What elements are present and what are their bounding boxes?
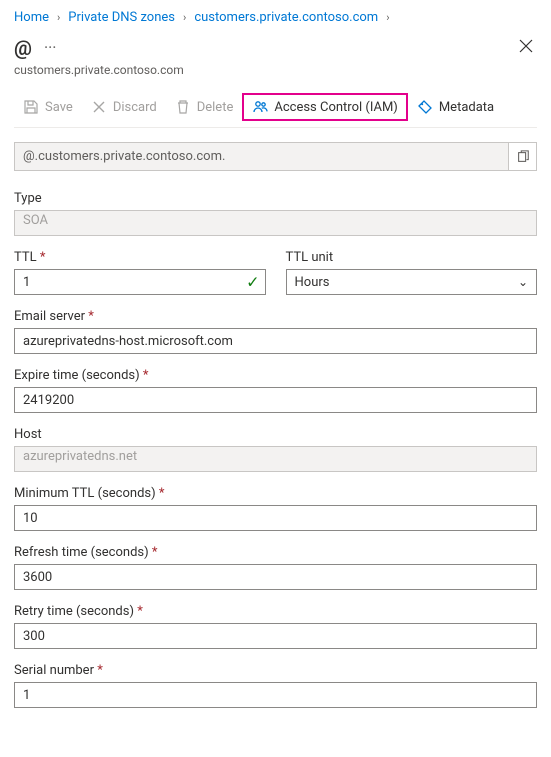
minimum-ttl-label: Minimum TTL (seconds) bbox=[14, 486, 537, 501]
minimum-ttl-input[interactable] bbox=[14, 505, 537, 531]
access-control-button[interactable]: Access Control (IAM) bbox=[242, 93, 407, 121]
ttl-unit-label: TTL unit bbox=[286, 250, 538, 265]
save-icon bbox=[23, 99, 39, 115]
ttl-input[interactable] bbox=[14, 269, 266, 295]
page-title: @ bbox=[14, 36, 32, 60]
breadcrumb-zones[interactable]: Private DNS zones bbox=[68, 10, 175, 25]
toolbar: Save Discard Delete Access Control (IAM)… bbox=[14, 93, 537, 128]
tag-icon bbox=[417, 99, 433, 115]
people-icon bbox=[252, 99, 268, 115]
type-label: Type bbox=[14, 191, 537, 206]
chevron-right-icon: › bbox=[57, 11, 60, 24]
chevron-right-icon: › bbox=[386, 11, 389, 24]
more-menu-button[interactable]: ··· bbox=[42, 40, 59, 56]
fqdn-text: @.customers.private.contoso.com. bbox=[15, 143, 508, 170]
refresh-time-label: Refresh time (seconds) bbox=[14, 545, 537, 560]
ttl-unit-select[interactable]: Hours ⌄ bbox=[286, 269, 538, 295]
retry-time-input[interactable] bbox=[14, 623, 537, 649]
expire-time-label: Expire time (seconds) bbox=[14, 368, 537, 383]
discard-icon bbox=[91, 99, 107, 115]
discard-button: Discard bbox=[82, 93, 166, 121]
page-subtitle: customers.private.contoso.com bbox=[14, 63, 537, 77]
chevron-down-icon: ⌄ bbox=[518, 275, 528, 289]
serial-number-input[interactable] bbox=[14, 682, 537, 708]
retry-time-label: Retry time (seconds) bbox=[14, 604, 537, 619]
expire-time-input[interactable] bbox=[14, 387, 537, 413]
refresh-time-input[interactable] bbox=[14, 564, 537, 590]
close-icon bbox=[519, 39, 533, 53]
breadcrumb-home[interactable]: Home bbox=[14, 10, 49, 25]
save-button: Save bbox=[14, 93, 82, 121]
host-label: Host bbox=[14, 427, 537, 442]
type-field: SOA bbox=[14, 210, 537, 236]
email-server-input[interactable] bbox=[14, 328, 537, 354]
fqdn-display: @.customers.private.contoso.com. bbox=[14, 142, 537, 171]
close-button[interactable] bbox=[515, 35, 537, 61]
email-server-label: Email server bbox=[14, 309, 537, 324]
check-icon: ✓ bbox=[246, 273, 259, 292]
copy-button[interactable] bbox=[508, 143, 536, 170]
delete-button: Delete bbox=[166, 93, 243, 121]
copy-icon bbox=[516, 150, 530, 164]
metadata-button[interactable]: Metadata bbox=[408, 93, 503, 121]
breadcrumb: Home › Private DNS zones › customers.pri… bbox=[14, 8, 537, 35]
chevron-right-icon: › bbox=[183, 11, 186, 24]
serial-number-label: Serial number bbox=[14, 663, 537, 678]
host-field: azureprivatedns.net bbox=[14, 446, 537, 472]
ttl-label: TTL bbox=[14, 250, 266, 265]
breadcrumb-zone[interactable]: customers.private.contoso.com bbox=[194, 10, 378, 25]
delete-icon bbox=[175, 99, 191, 115]
